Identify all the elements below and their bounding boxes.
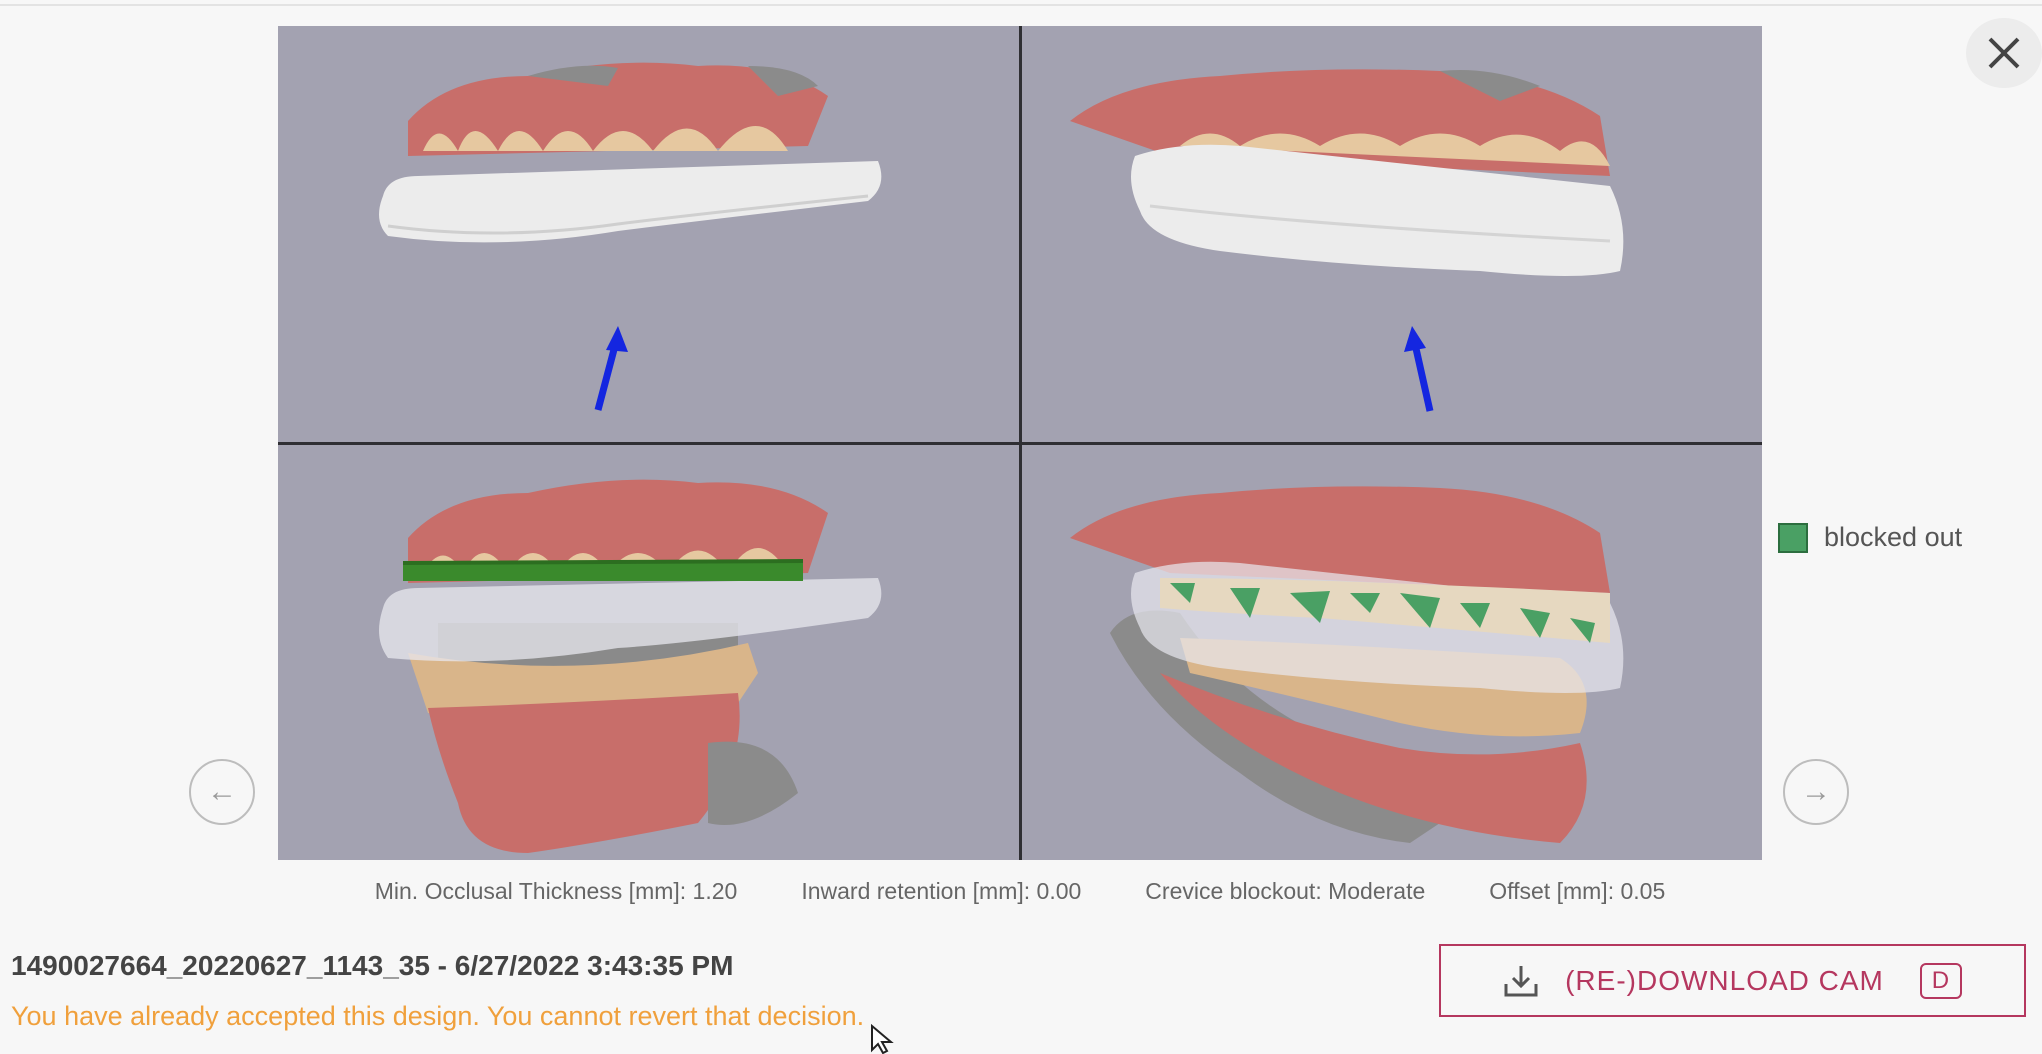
shortcut-key-badge: D [1919, 962, 1962, 999]
occlusion-right-render [1070, 486, 1624, 843]
previous-button[interactable]: ← [189, 759, 255, 825]
param-crevice-blockout: Crevice blockout: Moderate [1145, 878, 1426, 904]
top-divider [0, 4, 2042, 6]
view-occlusion-right[interactable] [1020, 443, 1762, 860]
design-parameters: Min. Occlusal Thickness [mm]: 1.20 Inwar… [278, 878, 1762, 905]
close-button[interactable] [1966, 18, 2042, 88]
upper-jaw-splint-left-render [379, 62, 882, 411]
viewport-divider-horizontal [278, 442, 1762, 445]
next-button[interactable]: → [1783, 759, 1849, 825]
mouse-cursor-icon [871, 1024, 894, 1054]
download-cam-label: (RE-)DOWNLOAD CAM [1565, 964, 1884, 996]
blocked-out-swatch [1778, 522, 1808, 553]
view-upper-left[interactable] [278, 26, 1020, 443]
param-min-occlusal-thickness: Min. Occlusal Thickness [mm]: 1.20 [374, 878, 738, 904]
design-review-page: ← → blocked out Min. Occlusal Thickness … [0, 0, 2042, 1054]
download-icon [1503, 964, 1539, 998]
view-upper-right[interactable] [1020, 26, 1762, 443]
arrow-right-icon: → [1801, 775, 1831, 808]
param-inward-retention: Inward retention [mm]: 0.00 [801, 878, 1082, 904]
legend-label: blocked out [1824, 522, 1963, 552]
legend: blocked out [1778, 522, 1962, 553]
upper-jaw-splint-right-render [1070, 69, 1624, 412]
design-title: 1490027664_20220627_1143_35 - 6/27/2022 … [11, 950, 734, 981]
accepted-warning: You have already accepted this design. Y… [11, 1001, 865, 1031]
occlusion-left-render [379, 479, 882, 853]
arrow-left-icon: ← [207, 775, 237, 808]
model-viewer[interactable] [278, 26, 1762, 860]
view-occlusion-left[interactable] [278, 443, 1020, 860]
download-cam-button[interactable]: (RE-)DOWNLOAD CAM D [1439, 944, 2026, 1017]
close-icon [1988, 37, 2020, 69]
param-offset: Offset [mm]: 0.05 [1489, 878, 1666, 904]
